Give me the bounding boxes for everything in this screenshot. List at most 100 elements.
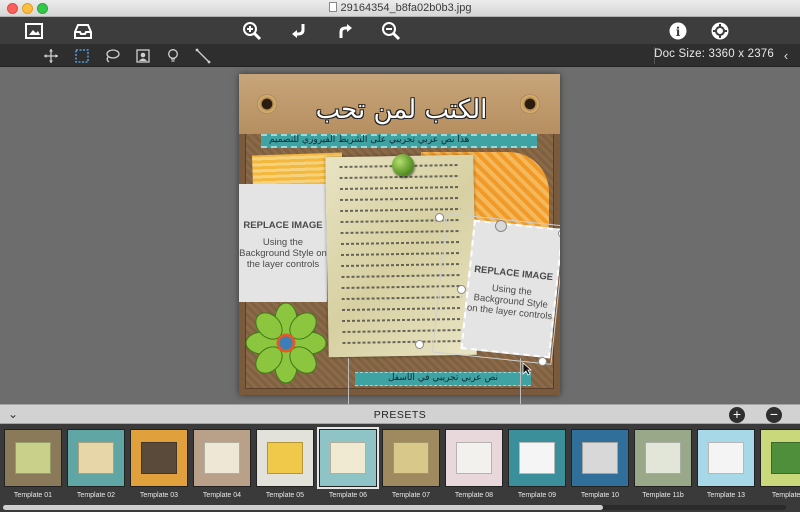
info-icon: i <box>669 22 687 40</box>
chevron-left-icon: ‹ <box>783 48 789 63</box>
zoom-out-icon <box>382 22 401 41</box>
template-label: Template 11b <box>642 492 684 499</box>
minus-icon: − <box>769 406 779 422</box>
template-thumbnail[interactable] <box>130 429 188 487</box>
eyelet-right-icon <box>520 94 540 114</box>
window-title: 29164354_b8fa02b0b3.jpg <box>0 2 800 14</box>
template-label: Template 07 <box>391 492 431 499</box>
canvas-area[interactable]: الكتب لمن تحب هذا نص عربي تجريبي على الش… <box>0 67 800 404</box>
template-thumbnail-photo <box>141 442 177 474</box>
template-thumbnail-photo <box>582 442 618 474</box>
guide-line-right <box>520 358 521 404</box>
export-button[interactable] <box>72 20 94 42</box>
template-thumbnail[interactable] <box>317 427 379 489</box>
template-label: Template 05 <box>265 492 305 499</box>
resize-handle-top-right[interactable] <box>558 229 560 238</box>
template-thumbnail[interactable] <box>382 429 440 487</box>
image-button[interactable] <box>23 20 45 42</box>
move-tool[interactable] <box>41 46 60 65</box>
strip-scrollbar-thumb[interactable] <box>3 505 603 510</box>
main-toolbar: i <box>0 17 800 44</box>
resize-handle-top-left[interactable] <box>435 213 444 222</box>
bulb-tool-icon <box>167 48 178 62</box>
ribbon-text[interactable]: هذا نص عربي تجريبي على الشريط الفيروزي ل… <box>269 135 531 145</box>
template-thumbnail-photo <box>330 442 366 474</box>
settings-icon <box>711 22 729 40</box>
rotate-handle[interactable] <box>457 285 466 294</box>
template-label: Template 08 <box>454 492 494 499</box>
green-pushpin-icon <box>392 154 414 176</box>
add-preset-button[interactable]: + <box>729 407 745 423</box>
template-thumbnail[interactable] <box>508 429 566 487</box>
guide-line-left <box>348 358 349 404</box>
remove-preset-button[interactable]: − <box>766 407 782 423</box>
selection-bounding-box[interactable] <box>432 213 560 365</box>
template-thumbnail-photo <box>15 442 51 474</box>
svg-text:i: i <box>676 25 681 39</box>
bottom-ribbon-text[interactable]: نص عربي تجريبي في الأسفل <box>363 373 523 383</box>
rect-select-tool-icon <box>74 48 89 63</box>
presets-title: PRESETS <box>373 409 427 421</box>
template-thumbnail-photo <box>645 442 681 474</box>
template-thumbnail[interactable] <box>4 429 62 487</box>
portrait-tool[interactable] <box>133 46 152 65</box>
template-thumbnail[interactable] <box>697 429 755 487</box>
doc-size-readout: Doc Size: 3360 x 2376 <box>654 48 774 60</box>
bulb-tool[interactable] <box>163 46 182 65</box>
undo-icon <box>292 24 305 38</box>
resize-handle-bottom-left[interactable] <box>415 340 424 349</box>
template-label: Template 02 <box>76 492 116 499</box>
document-icon <box>328 2 337 12</box>
image-placeholder-left[interactable]: REPLACE IMAGE Using the Background Style… <box>239 184 327 302</box>
settings-button[interactable] <box>709 20 731 42</box>
redo-icon <box>339 24 352 38</box>
template-strip: Template 01 Template 02 Template 03 Templat… <box>0 424 800 512</box>
undo-button[interactable] <box>288 20 310 42</box>
template-thumbnail[interactable] <box>193 429 251 487</box>
info-button[interactable]: i <box>667 20 689 42</box>
zoom-in-icon <box>243 22 262 41</box>
scrapbook-page[interactable]: الكتب لمن تحب هذا نص عربي تجريبي على الش… <box>239 74 560 395</box>
resize-handle-bottom-right[interactable] <box>538 357 547 366</box>
line-tool-icon <box>195 48 210 63</box>
green-flower-icon <box>245 302 327 384</box>
line-tool[interactable] <box>193 46 212 65</box>
tool-bar: Doc Size: 3360 x 2376 ‹ <box>0 44 800 67</box>
template-thumbnail-photo <box>204 442 240 474</box>
template-thumbnail[interactable] <box>634 429 692 487</box>
placeholder-left-heading: REPLACE IMAGE <box>243 220 323 231</box>
image-icon <box>25 23 43 39</box>
mouse-cursor-icon <box>522 362 532 376</box>
template-thumbnail[interactable] <box>445 429 503 487</box>
placeholder-left-body: Using the Background Style on the layer … <box>239 237 327 270</box>
template-label: Template 06 <box>328 492 368 499</box>
template-label: Template 03 <box>139 492 179 499</box>
zoom-out-button[interactable] <box>380 20 402 42</box>
page-title-text[interactable]: الكتب لمن تحب <box>299 94 504 126</box>
collapse-panel-button[interactable]: ‹ <box>779 47 793 64</box>
zoom-in-button[interactable] <box>241 20 263 42</box>
template-label: Template 1 <box>771 492 800 499</box>
template-thumbnail[interactable] <box>760 429 800 487</box>
template-thumbnail-photo <box>771 442 800 474</box>
template-label: Template 01 <box>13 492 53 499</box>
template-label: Template 09 <box>517 492 557 499</box>
template-thumbnail-photo <box>267 442 303 474</box>
template-thumbnail-photo <box>78 442 114 474</box>
template-thumbnail[interactable] <box>571 429 629 487</box>
template-thumbnail[interactable] <box>256 429 314 487</box>
redo-button[interactable] <box>334 20 356 42</box>
template-label: Template 10 <box>580 492 620 499</box>
template-label: Template 04 <box>202 492 242 499</box>
lasso-tool-icon <box>105 48 120 63</box>
title-bar: 29164354_b8fa02b0b3.jpg <box>0 0 800 17</box>
template-thumbnail-photo <box>519 442 555 474</box>
delete-layer-handle[interactable] <box>495 220 507 232</box>
template-thumbnail-photo <box>393 442 429 474</box>
portrait-tool-icon <box>135 48 150 63</box>
rect-select-tool[interactable] <box>72 46 91 65</box>
plus-icon: + <box>732 406 742 422</box>
move-tool-icon <box>43 48 58 63</box>
lasso-tool[interactable] <box>102 46 121 65</box>
template-thumbnail[interactable] <box>67 429 125 487</box>
